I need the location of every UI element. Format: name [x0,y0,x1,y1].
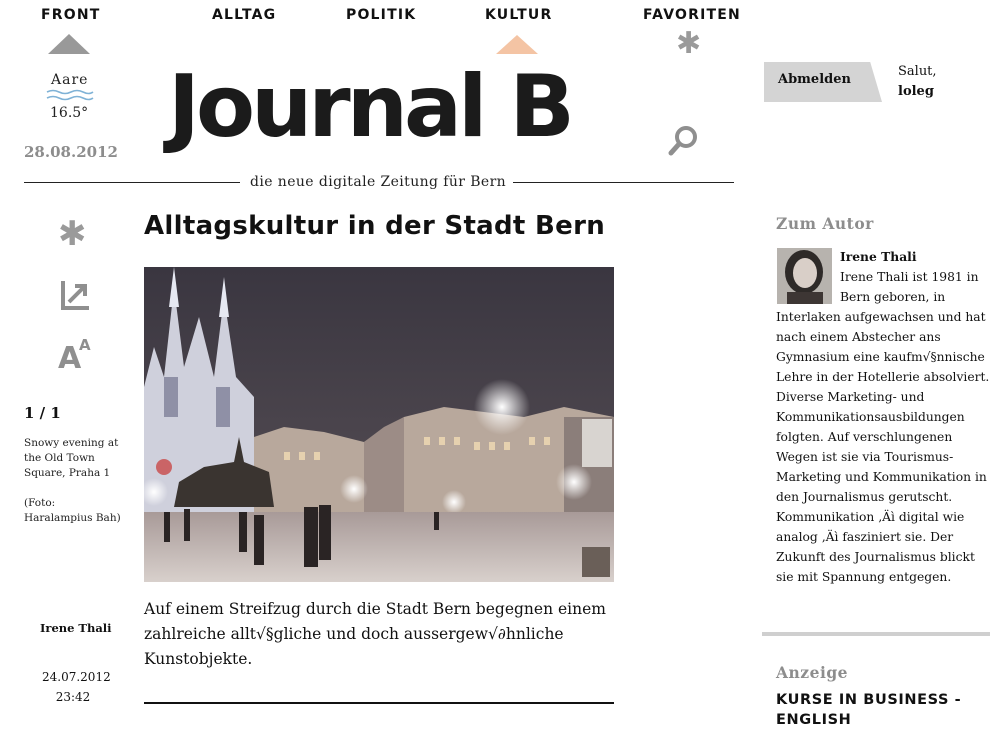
weather-temperature: 16.5° [50,105,89,121]
favorite-asterisk-icon[interactable]: ✱ [58,214,87,254]
logout-button[interactable]: Abmelden [764,62,882,102]
nav-front[interactable]: FRONT [41,7,101,23]
photo-caption: Snowy evening at the Old Town Square, Pr… [24,437,119,479]
publish-time: 23:42 [55,690,91,704]
tagline-rule-right [513,182,734,183]
share-icon[interactable] [58,278,92,312]
site-logo[interactable]: Journal B [168,64,575,150]
author-bio: Irene Thali ist 1981 in Bern geboren, in… [776,270,990,584]
publish-date: 24.07.2012 [42,670,111,684]
nav-politik[interactable]: POLITIK [346,7,416,23]
author-byline[interactable]: Irene Thali [40,621,112,635]
search-icon[interactable] [668,124,700,156]
greeting-text: Salut, [898,64,937,79]
weather-location: Aare [51,72,89,88]
tagline: die neue digitale Zeitung für Bern [246,174,511,190]
water-waves-icon [46,89,94,101]
nav-favoriten[interactable]: FAVORITEN [643,7,741,23]
author-section-heading: Zum Autor [776,214,874,233]
article-lead: Auf einem Streifzug durch die Stadt Bern… [144,600,606,668]
gallery-count: 1 / 1 [24,404,61,422]
tagline-rule-left [24,182,240,183]
article-headline: Alltagskultur in der Stadt Bern [144,211,605,241]
kultur-indicator-icon [496,35,538,54]
author-photo [777,248,832,304]
font-size-icon[interactable]: A A [58,336,92,370]
ad-heading: Anzeige [776,663,849,682]
publish-datetime: 24.07.2012 23:42 [42,667,111,707]
sidebar-divider [762,632,990,636]
username[interactable]: loleg [898,84,934,99]
photo-credit: (Foto: Haralampius Bah) [24,497,121,524]
photo-caption-block: Snowy evening at the Old Town Square, Pr… [24,436,124,526]
ad-title-link[interactable]: KURSE IN BUSINESS - ENGLISH [776,690,976,730]
nav-alltag[interactable]: ALLTAG [212,7,276,23]
user-greeting: Salut, loleg [898,62,937,102]
svg-text:A: A [79,336,91,354]
nav-kultur[interactable]: KULTUR [485,7,552,23]
article-end-rule [144,702,614,704]
favorites-asterisk-icon[interactable]: ✱ [676,26,701,61]
front-indicator-icon [48,34,90,54]
current-date: 28.08.2012 [24,143,118,161]
article-photo[interactable] [144,267,614,582]
